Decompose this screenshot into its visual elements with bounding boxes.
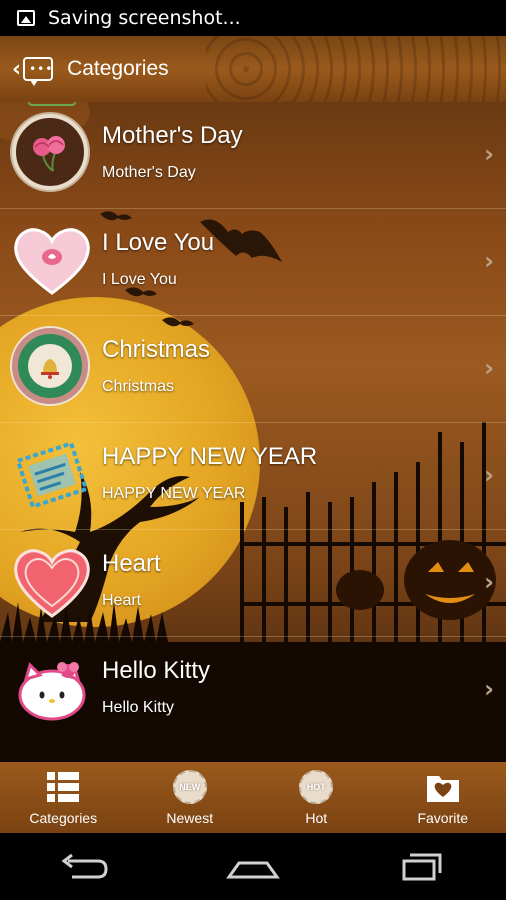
bottom-tab-bar: Categories NEW Newest HOT Hot Favorite [0,762,506,833]
back-chevron-icon[interactable]: ‹ [12,57,21,82]
category-subtitle: HAPPY NEW YEAR [102,485,246,502]
back-icon[interactable] [54,847,114,887]
app-bar: ‹ ••• Categories [0,36,506,102]
hot-seal-icon: HOT [298,770,334,804]
category-list[interactable]: Mother's Day Mother's Day › I Love You I… [0,102,506,762]
new-year-stamp-icon [12,435,92,515]
chevron-right-icon: › [484,461,494,489]
recent-apps-icon[interactable] [392,847,452,887]
new-seal-icon: NEW [172,770,208,804]
pink-heart-icon [12,221,92,301]
tab-favorite[interactable]: Favorite [380,762,506,833]
category-subtitle: I Love You [102,271,177,288]
chat-bubble-icon[interactable]: ••• [23,57,54,86]
heart-folder-icon [425,770,461,804]
category-row-i-love-you[interactable]: I Love You I Love You › [0,209,506,316]
list-icon [45,770,81,804]
tab-label: Hot [305,810,328,826]
category-title: Heart [102,550,161,577]
tab-label: Newest [166,810,214,826]
hot-badge: HOT [299,770,334,804]
category-subtitle: Heart [102,592,142,609]
status-bar: Saving screenshot... [0,0,506,36]
chevron-right-icon: › [484,354,494,382]
page-title: Categories [67,57,169,80]
appbar-pattern [206,36,506,102]
red-heart-icon [12,542,92,622]
home-icon[interactable] [223,847,283,887]
category-subtitle: Hello Kitty [102,699,175,716]
chevron-right-icon: › [484,247,494,275]
chevron-right-icon: › [484,140,494,168]
category-subtitle: Christmas [102,378,175,395]
hello-kitty-icon [12,649,92,729]
image-icon [17,10,35,26]
tab-label: Categories [29,810,98,826]
tab-label: Favorite [417,810,469,826]
tab-hot[interactable]: HOT Hot [253,762,380,833]
carnation-badge-icon [12,114,92,194]
system-nav-bar [0,833,506,900]
category-row-mothers-day[interactable]: Mother's Day Mother's Day › [0,102,506,209]
category-subtitle: Mother's Day [102,164,196,181]
category-title: Hello Kitty [102,657,211,684]
chevron-right-icon: › [484,675,494,703]
category-title: Mother's Day [102,122,243,149]
chevron-right-icon: › [484,568,494,596]
category-row-hello-kitty[interactable]: Hello Kitty Hello Kitty › [0,637,506,743]
tab-newest[interactable]: NEW Newest [127,762,254,833]
category-row-happy-new-year[interactable]: HAPPY NEW YEAR HAPPY NEW YEAR › [0,423,506,530]
category-title: Christmas [102,336,211,363]
category-row-heart[interactable]: Heart Heart › [0,530,506,637]
tab-categories[interactable]: Categories [0,762,127,833]
new-badge: NEW [172,770,207,804]
category-row-christmas[interactable]: Christmas Christmas › [0,316,506,423]
category-title: HAPPY NEW YEAR [102,443,318,470]
status-text: Saving screenshot... [48,7,241,29]
category-title: I Love You [102,229,215,256]
christmas-bells-badge-icon [12,328,92,408]
